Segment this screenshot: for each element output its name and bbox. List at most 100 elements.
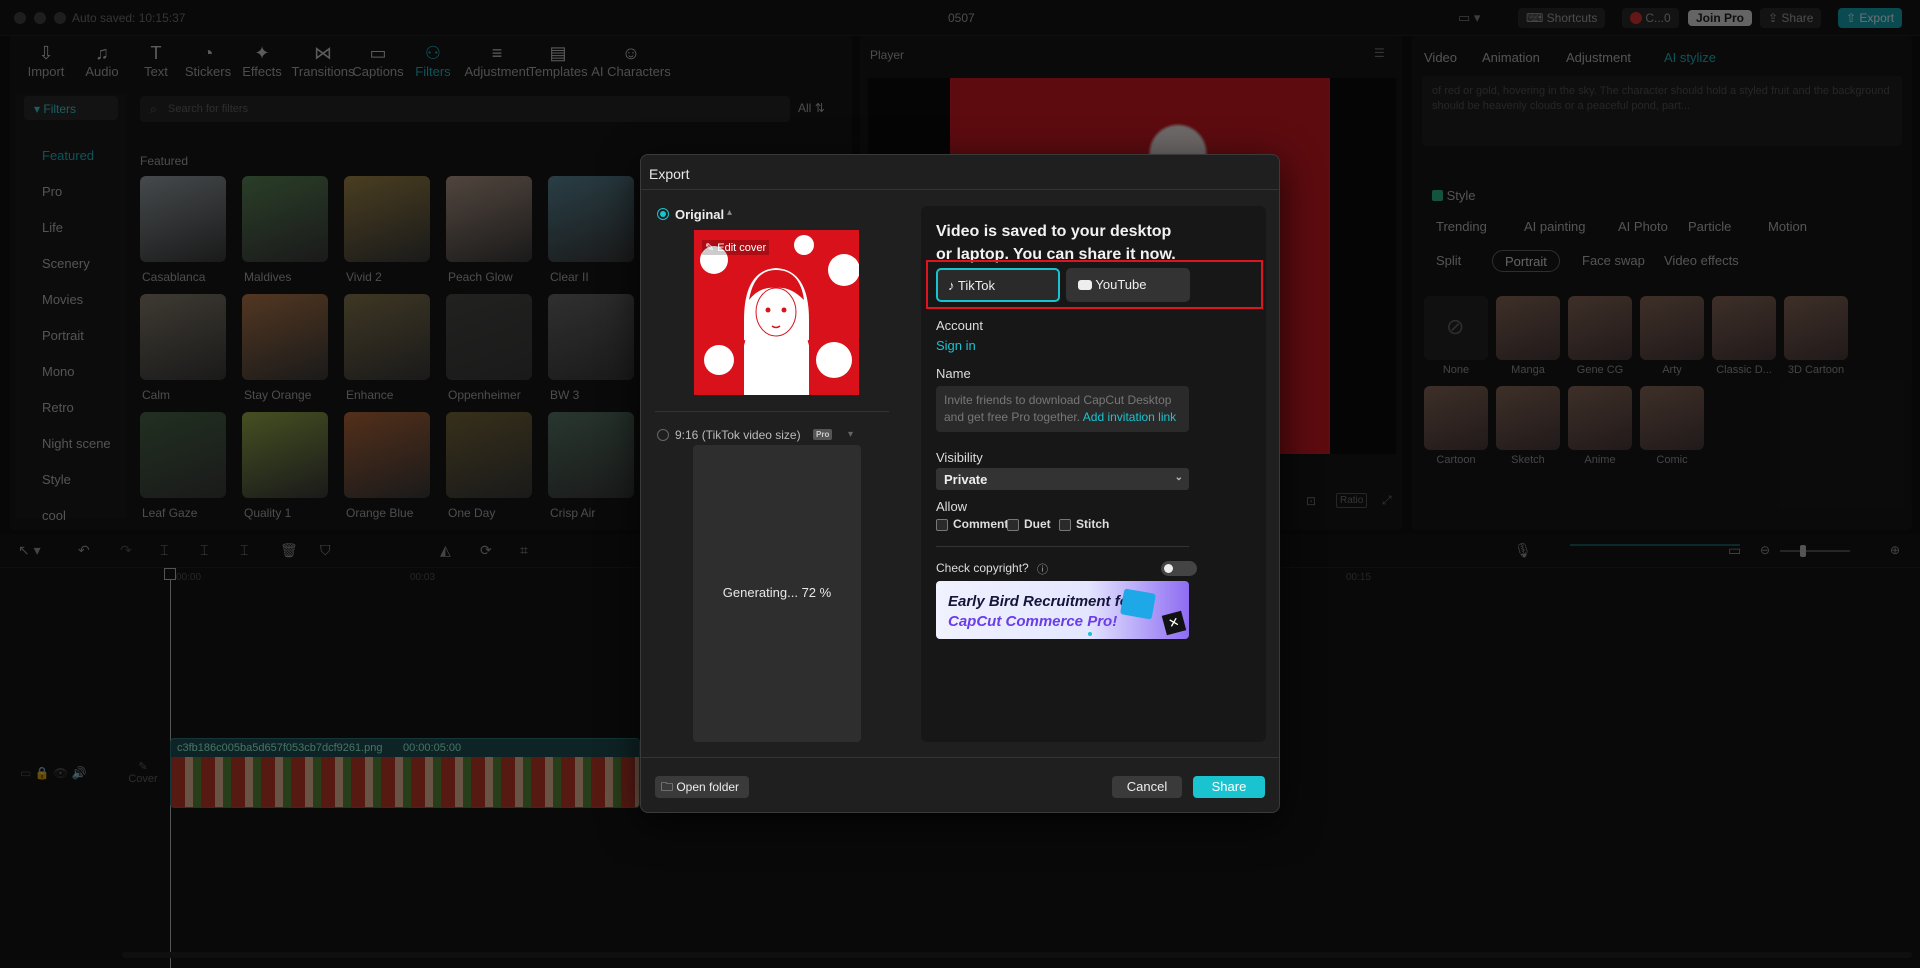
category-night-scene[interactable]: Night scene (42, 436, 111, 451)
checkbox-icon[interactable] (1432, 190, 1443, 201)
filter-thumbnail[interactable] (140, 294, 226, 380)
copyright-toggle[interactable] (1161, 561, 1197, 576)
minimize-window-icon[interactable] (34, 12, 46, 24)
open-folder-button[interactable]: 🗀 Open folder (655, 776, 749, 798)
shield-icon[interactable]: ⛉ (320, 542, 331, 559)
filter-thumbnail[interactable] (140, 176, 226, 262)
toolbar-audio[interactable]: ♫ Audio (72, 42, 132, 79)
track-controls-icon[interactable]: ▭ 🔒 👁 🔊 (20, 766, 86, 780)
style-option[interactable] (1568, 386, 1632, 450)
duet-checkbox[interactable] (1007, 519, 1019, 531)
promo-banner[interactable]: Early Bird Recruitment for CapCut Commer… (936, 581, 1189, 639)
category-style[interactable]: Style (42, 472, 71, 487)
timeline-scrollbar[interactable] (122, 952, 1912, 958)
filter-thumbnail[interactable] (446, 176, 532, 262)
original-option-label[interactable]: Original (675, 207, 724, 222)
visibility-select[interactable]: Private ⌄ (936, 468, 1189, 490)
playhead-handle[interactable] (164, 568, 176, 580)
style-option[interactable] (1496, 296, 1560, 360)
toolbar-adjustment[interactable]: ≡ Adjustment (462, 42, 532, 79)
category-mono[interactable]: Mono (42, 364, 75, 379)
category-life[interactable]: Life (42, 220, 63, 235)
original-radio[interactable] (657, 208, 669, 220)
filter-thumbnail[interactable] (548, 176, 634, 262)
category-movies[interactable]: Movies (42, 292, 83, 307)
toolbar-captions[interactable]: ▭ Captions (348, 42, 408, 79)
comment-label[interactable]: Comment (953, 517, 1008, 531)
fullscreen-icon[interactable]: ⤢ (1382, 493, 1392, 508)
select-tool-icon[interactable]: ↖ ▾ (18, 542, 41, 559)
916-option-label[interactable]: 9:16 (TikTok video size) (675, 428, 801, 442)
stitch-checkbox[interactable] (1059, 519, 1071, 531)
cover-preview[interactable]: ✎ Edit cover (694, 230, 859, 395)
carousel-dot[interactable] (1088, 632, 1092, 636)
tab-video[interactable]: Video (1424, 50, 1457, 65)
filter-thumbnail[interactable] (446, 412, 532, 498)
microphone-icon[interactable]: 🎙 (1514, 542, 1532, 559)
style-tab-trending[interactable]: Trending (1424, 216, 1499, 238)
style-tab-face-swap[interactable]: Face swap (1570, 250, 1657, 272)
style-tab-video-effects[interactable]: Video effects (1652, 250, 1751, 272)
style-tab-ai-painting[interactable]: AI painting (1512, 216, 1597, 238)
category-scenery[interactable]: Scenery (42, 256, 90, 271)
filter-thumbnail[interactable] (140, 412, 226, 498)
crop-icon[interactable]: ⌗ (520, 542, 528, 559)
delete-icon[interactable]: 🗑 (280, 542, 298, 559)
style-option[interactable] (1568, 296, 1632, 360)
search-input[interactable]: ⌕ Search for filters (140, 96, 790, 122)
tiktok-button[interactable]: ♪ TikTok (936, 268, 1060, 302)
shortcuts-button[interactable]: ⌨ Shortcuts (1518, 8, 1606, 28)
join-pro-button[interactable]: Join Pro (1688, 10, 1753, 26)
toolbar-templates[interactable]: ▤ Templates (526, 42, 590, 79)
split-left-icon[interactable]: ⌶ (200, 542, 208, 559)
toolbar-filters[interactable]: ⚇ Filters (408, 42, 458, 79)
filter-thumbnail[interactable] (548, 294, 634, 380)
toolbar-stickers[interactable]: ◔ Stickers (178, 42, 238, 79)
stitch-label[interactable]: Stitch (1076, 517, 1109, 531)
split-icon[interactable]: ⌶ (160, 542, 168, 559)
zoom-window-icon[interactable] (54, 12, 66, 24)
tab-adjustment[interactable]: Adjustment (1566, 50, 1631, 65)
rotate-icon[interactable]: ⟳ (480, 542, 492, 559)
youtube-button[interactable]: YouTube (1066, 268, 1190, 302)
sign-in-link[interactable]: Sign in (936, 338, 976, 353)
cover-button[interactable]: ✎ Cover (126, 760, 160, 796)
style-option[interactable] (1496, 386, 1560, 450)
style-tab-portrait[interactable]: Portrait (1492, 250, 1560, 272)
category-portrait[interactable]: Portrait (42, 328, 84, 343)
category-retro[interactable]: Retro (42, 400, 74, 415)
filter-thumbnail[interactable] (446, 294, 532, 380)
zoom-slider-handle[interactable] (1800, 545, 1806, 557)
prompt-textarea[interactable]: of red or gold, hovering in the sky. The… (1422, 76, 1902, 146)
redo-icon[interactable]: ↷ (120, 542, 132, 559)
ratio-button[interactable]: Ratio (1336, 493, 1368, 508)
cancel-button[interactable]: Cancel (1112, 776, 1182, 798)
preview-icon[interactable]: ▭ (1728, 542, 1741, 559)
export-top-button[interactable]: ⇧ Export (1838, 8, 1903, 28)
all-filter-dropdown[interactable]: All ⇅ (798, 101, 825, 115)
undo-icon[interactable]: ↶ (78, 542, 90, 559)
add-invitation-link[interactable]: Add invitation link (1083, 410, 1176, 424)
filter-thumbnail[interactable] (344, 176, 430, 262)
filter-thumbnail[interactable] (242, 412, 328, 498)
close-window-icon[interactable] (14, 12, 26, 24)
style-option[interactable] (1712, 296, 1776, 360)
style-option[interactable] (1640, 296, 1704, 360)
split-right-icon[interactable]: ⌶ (240, 542, 248, 559)
style-option[interactable] (1784, 296, 1848, 360)
comment-checkbox[interactable] (936, 519, 948, 531)
tab-ai-stylize[interactable]: AI stylize (1664, 50, 1716, 65)
filter-thumbnail[interactable] (344, 294, 430, 380)
916-radio[interactable] (657, 429, 669, 441)
filter-thumbnail[interactable] (242, 176, 328, 262)
video-clip[interactable]: c3fb186c005ba5d657f053cb7dcf9261.png 00:… (170, 738, 640, 808)
zoom-slider[interactable] (1780, 550, 1850, 552)
style-option[interactable] (1640, 386, 1704, 450)
menu-icon[interactable]: ☰ (1374, 46, 1385, 60)
tab-animation[interactable]: Animation (1482, 50, 1540, 65)
name-input[interactable]: Invite friends to download CapCut Deskto… (936, 386, 1189, 432)
style-tab-motion[interactable]: Motion (1756, 216, 1819, 238)
duet-label[interactable]: Duet (1024, 517, 1051, 531)
zoom-in-icon[interactable]: ⊕ (1890, 543, 1900, 557)
style-tab-ai-photo[interactable]: AI Photo (1606, 216, 1680, 238)
